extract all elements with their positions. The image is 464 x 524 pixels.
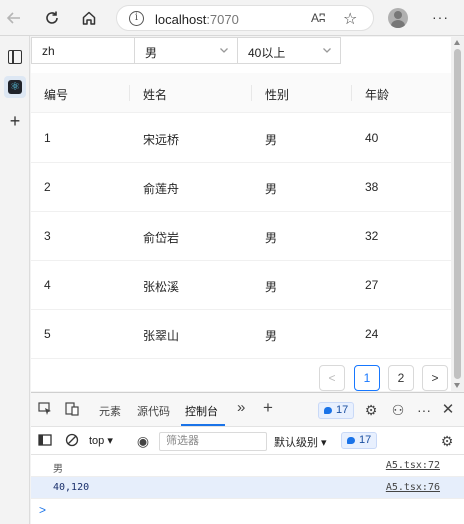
- cell-name: 张翠山: [143, 329, 180, 343]
- devtools-tab-console[interactable]: 控制台: [185, 403, 218, 419]
- devtools-panel: 元素 源代码 控制台 » + 17 ⚙ ⚇ ··· ✕ top ▾ ◉ 筛选器 …: [31, 392, 464, 524]
- table-header: 编号 姓名 性别 年龄: [31, 73, 451, 113]
- scrollbar-thumb[interactable]: [454, 49, 461, 379]
- cell-age: 38: [365, 180, 379, 194]
- column-header-gender: 性别: [265, 88, 290, 102]
- favorite-star-icon[interactable]: ☆: [343, 9, 357, 29]
- pagination-page-2[interactable]: 2: [388, 365, 414, 391]
- cell-gender: 男: [265, 133, 278, 147]
- cell-age: 24: [365, 327, 379, 341]
- cell-age: 40: [365, 131, 379, 145]
- read-aloud-icon[interactable]: Aʭ: [311, 11, 325, 25]
- column-header-name: 姓名: [143, 88, 168, 102]
- cell-gender: 男: [265, 280, 278, 294]
- name-filter-input[interactable]: zh: [31, 37, 135, 64]
- settings-gear-icon[interactable]: ⚙: [363, 402, 379, 418]
- live-expression-eye-icon[interactable]: ◉: [135, 433, 151, 449]
- clear-console-icon[interactable]: [64, 433, 80, 449]
- url-text[interactable]: localhost:7070: [155, 12, 239, 27]
- cell-id: 5: [44, 327, 51, 341]
- refresh-icon[interactable]: [40, 6, 64, 30]
- react-tab-icon[interactable]: ⚛: [4, 76, 26, 98]
- cell-name: 宋远桥: [143, 133, 180, 147]
- gender-select[interactable]: 男: [134, 37, 238, 64]
- level-issues-badge[interactable]: 17: [341, 432, 378, 449]
- log-source-link[interactable]: A5.tsx:72: [386, 460, 440, 471]
- console-prompt[interactable]: >: [39, 503, 46, 517]
- pagination-page-1[interactable]: 1: [354, 365, 380, 391]
- cell-id: 2: [44, 180, 51, 194]
- cell-name: 俞莲舟: [143, 182, 180, 196]
- show-sidebar-icon[interactable]: [37, 433, 53, 449]
- more-menu-icon[interactable]: ···: [432, 9, 449, 25]
- table-row: 2 俞莲舟 男 38: [31, 163, 451, 212]
- console-log-line: 男 A5.tsx:72: [31, 455, 464, 477]
- table-row: 5 张翠山 男 24: [31, 310, 451, 359]
- pagination-prev-button[interactable]: <: [319, 365, 345, 391]
- column-header-age: 年龄: [365, 88, 390, 102]
- console-toolbar: top ▾ ◉ 筛选器 默认级别 ▾ 17 ⚙: [31, 427, 464, 455]
- tab-actions-icon[interactable]: [4, 46, 26, 68]
- back-icon[interactable]: [2, 6, 26, 30]
- devtools-more-icon[interactable]: ···: [416, 402, 432, 418]
- console-filter-input[interactable]: 筛选器: [159, 432, 267, 451]
- address-bar[interactable]: i localhost:7070 Aʭ ☆: [116, 5, 374, 31]
- cell-id: 4: [44, 278, 51, 292]
- browser-toolbar: i localhost:7070 Aʭ ☆ ···: [0, 0, 464, 36]
- log-source-link[interactable]: A5.tsx:76: [386, 482, 440, 493]
- close-devtools-icon[interactable]: ✕: [440, 402, 456, 418]
- gender-select-value: 男: [145, 46, 158, 60]
- cell-gender: 男: [265, 231, 278, 245]
- more-tabs-icon[interactable]: »: [237, 399, 245, 416]
- name-filter-value: zh: [42, 44, 55, 58]
- cell-gender: 男: [265, 329, 278, 343]
- page-content: zh 男 40以上 编号 姓名 性别 年龄 1 宋远桥 男 40 2 俞莲舟 男…: [31, 37, 451, 391]
- age-select[interactable]: 40以上: [237, 37, 341, 64]
- chevron-down-icon: [220, 48, 228, 53]
- table-row: 4 张松溪 男 27: [31, 261, 451, 310]
- context-selector[interactable]: top ▾: [89, 434, 113, 447]
- vertical-tab-strip: ⚛ +: [0, 36, 30, 524]
- cell-age: 32: [365, 229, 379, 243]
- chevron-down-icon: [323, 48, 331, 53]
- log-message: 男: [53, 464, 63, 475]
- devtools-tab-bar: 元素 源代码 控制台 » + 17 ⚙ ⚇ ··· ✕: [31, 393, 464, 427]
- console-log-line: 40,120 A5.tsx:76: [31, 477, 464, 499]
- table-row: 3 俞岱岩 男 32: [31, 212, 451, 261]
- cell-name: 张松溪: [143, 280, 180, 294]
- cell-id: 1: [44, 131, 51, 145]
- pagination-next-button[interactable]: >: [422, 365, 448, 391]
- profile-avatar[interactable]: [388, 8, 408, 28]
- cell-id: 3: [44, 229, 51, 243]
- devtools-tab-sources[interactable]: 源代码: [137, 403, 170, 419]
- site-info-icon[interactable]: i: [129, 11, 144, 26]
- new-tab-icon[interactable]: +: [4, 110, 26, 132]
- inspect-element-icon[interactable]: [37, 402, 53, 418]
- cell-gender: 男: [265, 182, 278, 196]
- devtools-tab-elements[interactable]: 元素: [99, 403, 121, 419]
- scroll-down-arrow-icon[interactable]: [454, 383, 460, 388]
- filter-bar: zh 男 40以上: [31, 37, 451, 65]
- add-tab-icon[interactable]: +: [263, 398, 273, 418]
- customize-devtools-icon[interactable]: ⚇: [390, 402, 406, 418]
- active-tab-indicator: [181, 424, 225, 426]
- cell-name: 俞岱岩: [143, 231, 180, 245]
- column-header-id: 编号: [44, 88, 69, 102]
- console-settings-gear-icon[interactable]: ⚙: [439, 433, 455, 449]
- page-scrollbar[interactable]: [451, 37, 464, 391]
- log-message: 40,120: [53, 482, 90, 493]
- home-icon[interactable]: [77, 6, 101, 30]
- scroll-up-arrow-icon[interactable]: [454, 40, 460, 45]
- table-row: 1 宋远桥 男 40: [31, 114, 451, 163]
- issues-badge[interactable]: 17: [318, 402, 355, 419]
- log-level-selector[interactable]: 默认级别 ▾: [274, 434, 327, 450]
- age-select-value: 40以上: [248, 46, 286, 60]
- cell-age: 27: [365, 278, 379, 292]
- device-emulation-icon[interactable]: [64, 402, 80, 418]
